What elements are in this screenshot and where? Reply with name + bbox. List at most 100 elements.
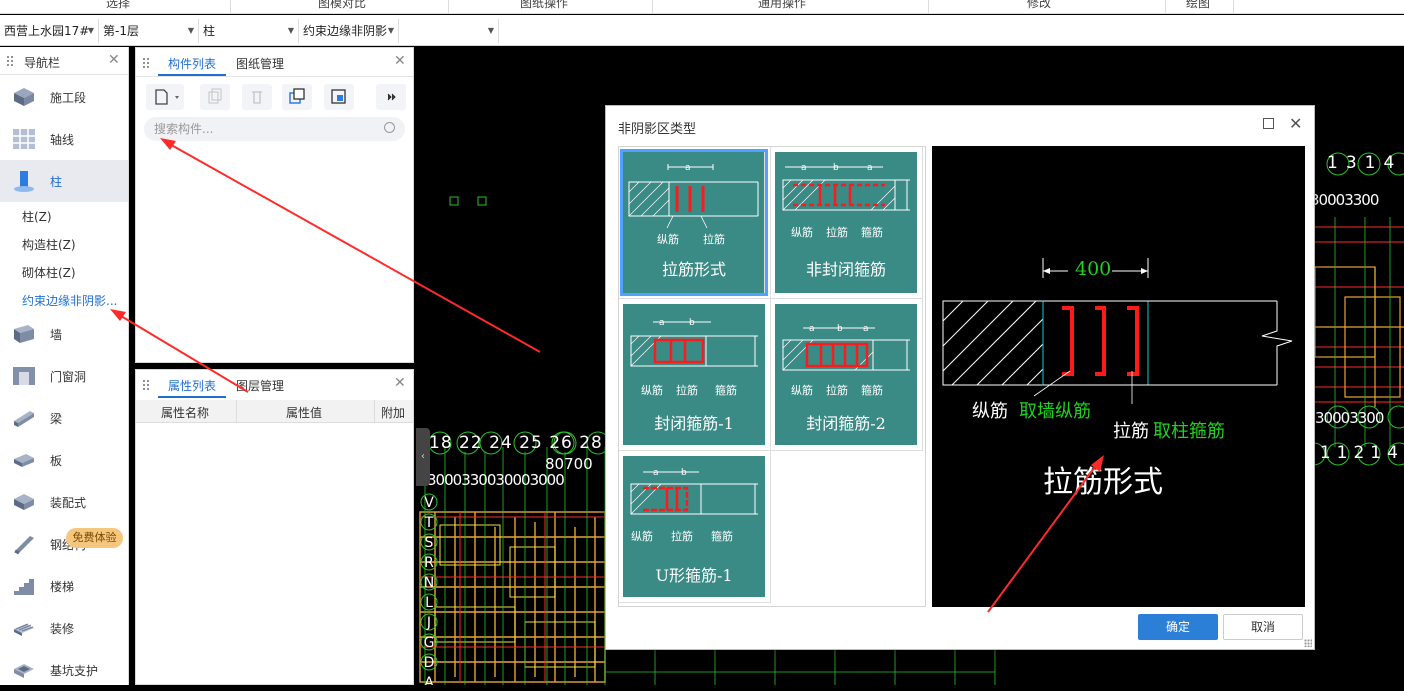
- drag-handle-icon[interactable]: [142, 57, 150, 69]
- chevron-right-double-icon: [376, 84, 406, 110]
- building-select[interactable]: 西营上水园17#▼: [0, 19, 99, 43]
- extract-button[interactable]: [324, 84, 354, 110]
- category-select[interactable]: 柱▼: [199, 19, 299, 43]
- close-icon[interactable]: ✕: [1289, 114, 1302, 133]
- menu-draw[interactable]: 绘图: [1186, 0, 1210, 11]
- component-select[interactable]: ▼: [399, 19, 499, 43]
- column-property-value: 属性值: [286, 404, 322, 421]
- axis-label-row-right-low: 11121415: [1303, 443, 1404, 463]
- option-tie-form[interactable]: a 纵筋 拉筋 拉筋形式: [619, 147, 771, 299]
- decoration-icon: [12, 617, 36, 639]
- nav-item-column[interactable]: 柱: [0, 160, 128, 202]
- copy-button[interactable]: [200, 84, 230, 110]
- drag-handle-icon[interactable]: [6, 55, 14, 67]
- nav-item-prefab[interactable]: 装配式: [0, 481, 128, 523]
- search-icon: [384, 122, 395, 133]
- menu-select[interactable]: 选择: [106, 0, 130, 11]
- more-tools-button[interactable]: [376, 84, 406, 110]
- tab-property-list[interactable]: 属性列表: [168, 377, 216, 394]
- axis-label: 14: [1370, 443, 1404, 463]
- extract-icon: [324, 84, 354, 110]
- steel-icon: [12, 533, 36, 555]
- nav-header: 导航栏 ✕: [0, 47, 128, 75]
- nav-item-decoration[interactable]: 装修: [0, 607, 128, 649]
- axis-label: 12: [1337, 443, 1371, 463]
- new-document-icon: [146, 84, 184, 110]
- maximize-icon[interactable]: [1263, 118, 1274, 129]
- chevron-down-icon: ▼: [288, 19, 294, 43]
- menu-drawing-ops[interactable]: 图纸操作: [520, 0, 568, 11]
- sub-item-column-z[interactable]: 柱(Z): [22, 208, 52, 225]
- delete-button[interactable]: [242, 84, 272, 110]
- component-panel: 构件列表 图纸管理 ✕ 搜索构件...: [135, 47, 414, 363]
- axis-grid-icon: [12, 128, 36, 150]
- svg-text:b: b: [837, 324, 843, 334]
- axis-label: 26: [549, 433, 573, 453]
- sub-item-masonry-column[interactable]: 砌体柱(Z): [22, 264, 76, 281]
- nav-item-slab[interactable]: 板: [0, 439, 128, 481]
- menu-compare[interactable]: 图模对比: [318, 0, 366, 11]
- svg-text:a: a: [659, 318, 665, 328]
- axis-letter: T: [423, 513, 435, 533]
- nav-item-construction-stage[interactable]: 施工段: [0, 76, 128, 118]
- option-closed-stirrup-1[interactable]: ab 纵筋 拉筋 箍筋 封闭箍筋-1: [619, 299, 771, 451]
- resize-grip-icon[interactable]: [1304, 639, 1312, 647]
- dialog-title: 非阴影区类型: [618, 118, 696, 137]
- confirm-button[interactable]: 确定: [1138, 614, 1218, 640]
- tab-drawing-manage[interactable]: 图纸管理: [236, 55, 284, 72]
- drag-handle-icon[interactable]: [142, 379, 150, 391]
- sub-item-constructional-column[interactable]: 构造柱(Z): [22, 236, 76, 253]
- slab-icon: [12, 449, 36, 471]
- prefab-icon: [12, 491, 36, 513]
- nav-item-stair[interactable]: 楼梯: [0, 565, 128, 607]
- option-closed-stirrup-2[interactable]: aba 纵筋 拉筋 箍筋 封闭箍筋-2: [771, 299, 923, 451]
- preview-label-longitudinal-note: 取墙纵筋: [1019, 397, 1091, 423]
- collapse-panel-handle[interactable]: ‹: [416, 428, 430, 486]
- tab-component-list[interactable]: 构件列表: [168, 55, 216, 72]
- svg-text:b: b: [689, 318, 695, 328]
- chevron-left-icon: ‹: [421, 451, 425, 462]
- nav-item-beam[interactable]: 梁: [0, 397, 128, 439]
- dimension-text: 3300: [1349, 409, 1383, 427]
- preview-label-longitudinal: 纵筋: [972, 397, 1008, 423]
- axis-label: 24: [489, 433, 513, 453]
- nav-item-wall[interactable]: 墙: [0, 313, 128, 355]
- axis-letter: L: [423, 593, 435, 613]
- option-card: ab 纵筋 拉筋 箍筋 U形箍筋-1: [623, 456, 765, 597]
- svg-text:a: a: [801, 163, 807, 173]
- axis-letter: N: [423, 573, 435, 593]
- free-trial-badge[interactable]: 免费体验: [66, 528, 123, 548]
- option-card: a 纵筋 拉筋 拉筋形式: [623, 152, 765, 293]
- trash-icon: [242, 84, 272, 110]
- axis-letter: J: [423, 613, 435, 633]
- dimension-text: 3000: [530, 471, 564, 489]
- column-property-name: 属性名称: [161, 404, 209, 421]
- type-select[interactable]: 约束边缘非阴影▼: [299, 19, 399, 43]
- nav-title: 导航栏: [24, 54, 60, 71]
- option-open-stirrup[interactable]: aba 纵筋 拉筋 箍筋 非封闭箍筋: [771, 147, 923, 299]
- svg-text:a: a: [685, 163, 691, 173]
- option-u-stirrup-1[interactable]: ab 纵筋 拉筋 箍筋 U形箍筋-1: [619, 451, 771, 603]
- sub-item-boundary-non-shadow[interactable]: 约束边缘非阴影...: [22, 292, 117, 309]
- component-search-input[interactable]: 搜索构件...: [144, 117, 405, 141]
- top-menu: 选择 图模对比 图纸操作 通用操作 修改 绘图: [0, 0, 1404, 14]
- dimension-text: 3000: [495, 471, 529, 489]
- preview-label-tie-note: 取柱箍筋: [1153, 417, 1225, 443]
- copy-to-floor-button[interactable]: [282, 84, 312, 110]
- menu-modify[interactable]: 修改: [1027, 0, 1051, 11]
- close-icon[interactable]: ✕: [394, 375, 406, 391]
- nav-item-axis[interactable]: 轴线: [0, 118, 128, 160]
- new-component-button[interactable]: [146, 84, 184, 110]
- svg-text:a: a: [653, 468, 659, 478]
- option-card: ab 纵筋 拉筋 箍筋 封闭箍筋-1: [623, 304, 765, 445]
- dimension-text: 3300: [1344, 191, 1378, 209]
- option-card: aba 纵筋 拉筋 箍筋 非封闭箍筋: [775, 152, 917, 293]
- floor-select[interactable]: 第-1层▼: [99, 19, 199, 43]
- menu-general-ops[interactable]: 通用操作: [758, 0, 806, 11]
- cancel-button[interactable]: 取消: [1223, 614, 1303, 640]
- close-icon[interactable]: ✕: [108, 52, 120, 68]
- tab-layer-manage[interactable]: 图层管理: [236, 377, 284, 394]
- tie-form-preview-diagram: [932, 146, 1305, 607]
- nav-item-door-window[interactable]: 门窗洞: [0, 355, 128, 397]
- close-icon[interactable]: ✕: [394, 53, 406, 69]
